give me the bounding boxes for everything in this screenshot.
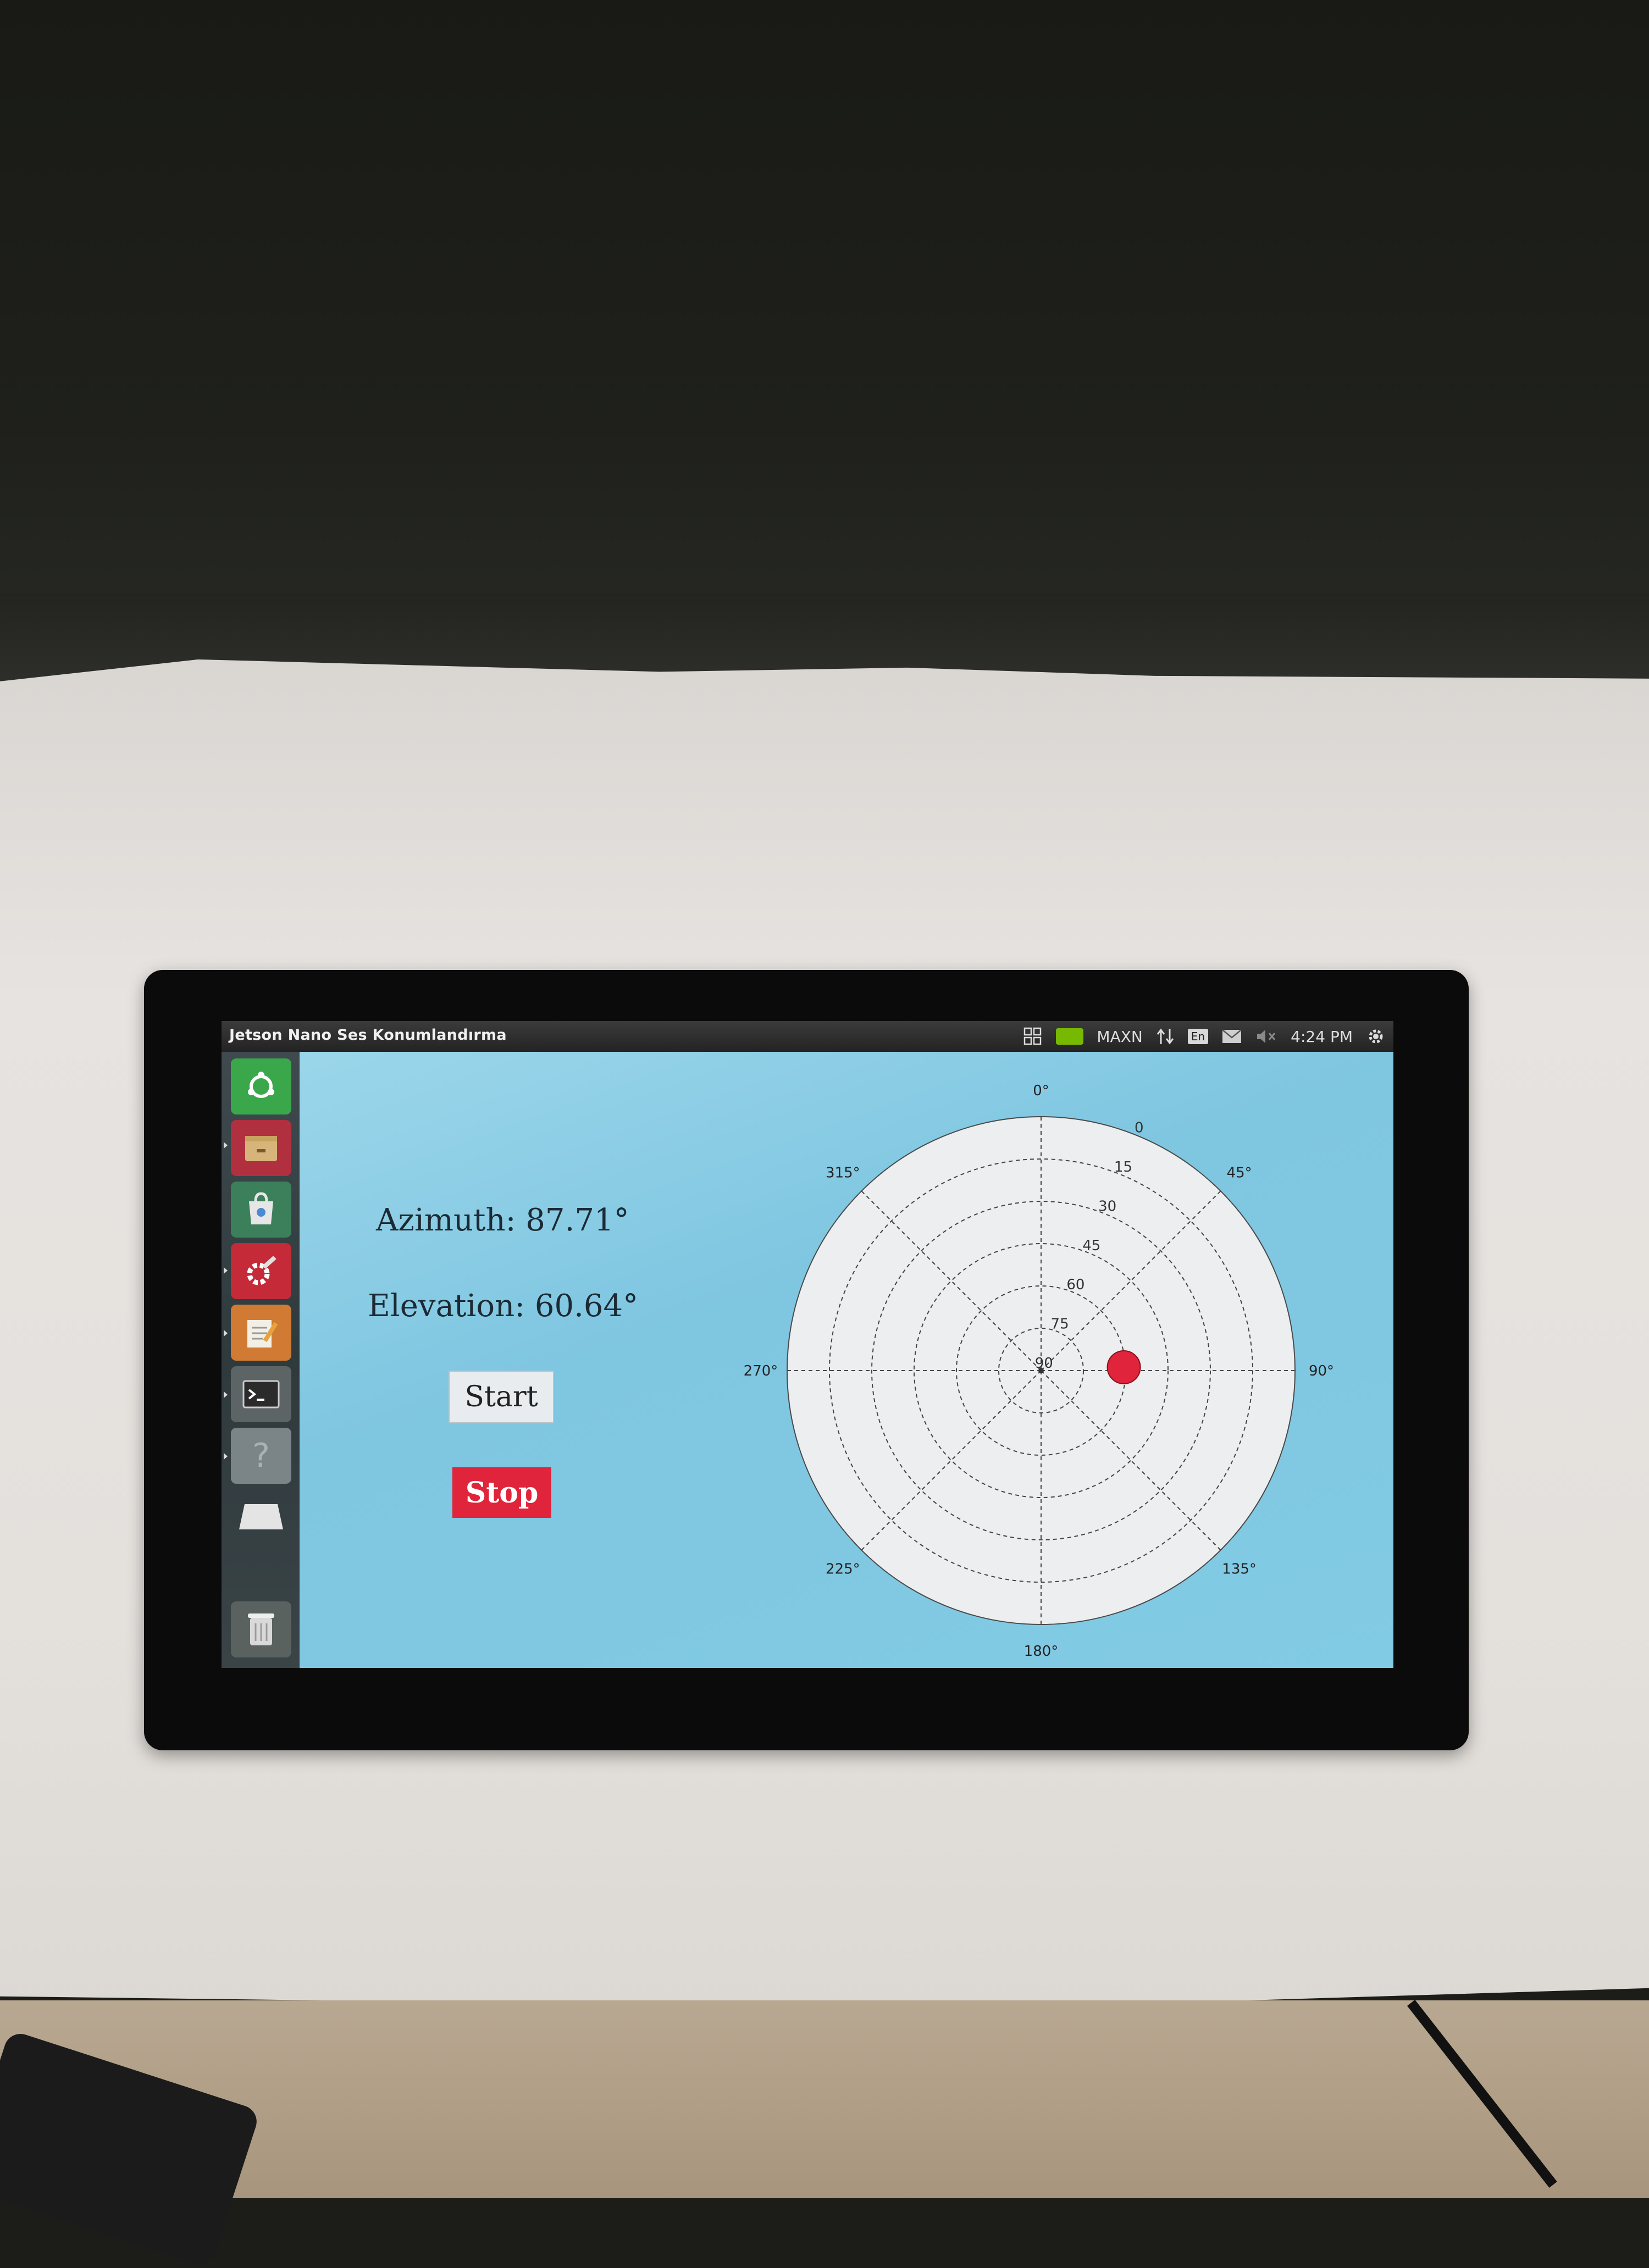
launcher-running-indicator xyxy=(224,1391,228,1398)
azimuth-tick-label: 315° xyxy=(826,1165,860,1181)
elevation-tick-label: 90 xyxy=(1035,1355,1053,1372)
background-desk xyxy=(0,2000,1649,2198)
volume-muted-icon[interactable] xyxy=(1255,1028,1277,1045)
elevation-tick-label: 60 xyxy=(1066,1277,1084,1293)
azimuth-tick-label: 45° xyxy=(1227,1165,1252,1181)
azimuth-tick-label: 180° xyxy=(1024,1643,1059,1660)
launcher-running-indicator xyxy=(224,1453,228,1460)
keyboard-layout-indicator[interactable]: En xyxy=(1187,1029,1209,1044)
terminal-icon[interactable] xyxy=(231,1366,291,1422)
text-editor-icon[interactable] xyxy=(231,1305,291,1361)
azimuth-tick-label: 90° xyxy=(1309,1363,1334,1379)
launcher-running-indicator xyxy=(224,1142,228,1149)
settings-gear-icon[interactable] xyxy=(1366,1027,1386,1046)
system-settings-icon[interactable] xyxy=(231,1243,291,1299)
trash-icon[interactable] xyxy=(231,1601,291,1657)
elevation-tick-label: 15 xyxy=(1114,1159,1132,1175)
workspace-switcher-icon[interactable] xyxy=(1023,1027,1043,1046)
help-icon[interactable]: ? xyxy=(231,1428,291,1484)
polar-target xyxy=(1106,1350,1141,1384)
software-center-icon[interactable] xyxy=(231,1182,291,1238)
power-mode-label[interactable]: MAXN xyxy=(1097,1028,1142,1046)
polar-plot: 0° 45° 90° 135° 180° 225° 270° 315° 0 15 30 45 60 75 9… xyxy=(744,1083,1334,1660)
nvidia-icon[interactable] xyxy=(1056,1028,1084,1045)
launcher-sidebar: ? xyxy=(222,1052,300,1668)
elevation-tick-label: 75 xyxy=(1051,1316,1069,1333)
azimuth-tick-label: 135° xyxy=(1222,1561,1257,1578)
elevation-tick-label: 45 xyxy=(1082,1238,1100,1254)
network-icon[interactable] xyxy=(1156,1027,1175,1046)
elevation-tick-label: 30 xyxy=(1098,1198,1116,1215)
drive-icon[interactable] xyxy=(231,1489,291,1545)
display-screen: Jetson Nano Ses Konumlandırma MAXN En 4:… xyxy=(222,1021,1393,1668)
app-window: Azimuth: 87.71° Elevation: 60.64° Start … xyxy=(300,1052,1393,1668)
azimuth-tick-label: 225° xyxy=(826,1561,860,1578)
mail-icon[interactable] xyxy=(1221,1029,1242,1044)
ubuntu-dash-icon[interactable] xyxy=(231,1058,291,1114)
azimuth-tick-label: 0° xyxy=(1033,1083,1049,1099)
elevation-tick-label: 0 xyxy=(1135,1120,1144,1136)
window-title: Jetson Nano Ses Konumlandırma xyxy=(229,1027,507,1044)
launcher-running-indicator xyxy=(224,1267,228,1274)
launcher-running-indicator xyxy=(224,1330,228,1337)
sound-source-marker xyxy=(1106,1350,1141,1384)
top-panel: Jetson Nano Ses Konumlandırma MAXN En 4:… xyxy=(222,1021,1393,1052)
file-manager-icon[interactable] xyxy=(231,1120,291,1176)
clock[interactable]: 4:24 PM xyxy=(1291,1028,1353,1046)
indicator-area: MAXN En 4:24 PM xyxy=(1023,1021,1393,1052)
azimuth-tick-label: 270° xyxy=(744,1363,778,1379)
